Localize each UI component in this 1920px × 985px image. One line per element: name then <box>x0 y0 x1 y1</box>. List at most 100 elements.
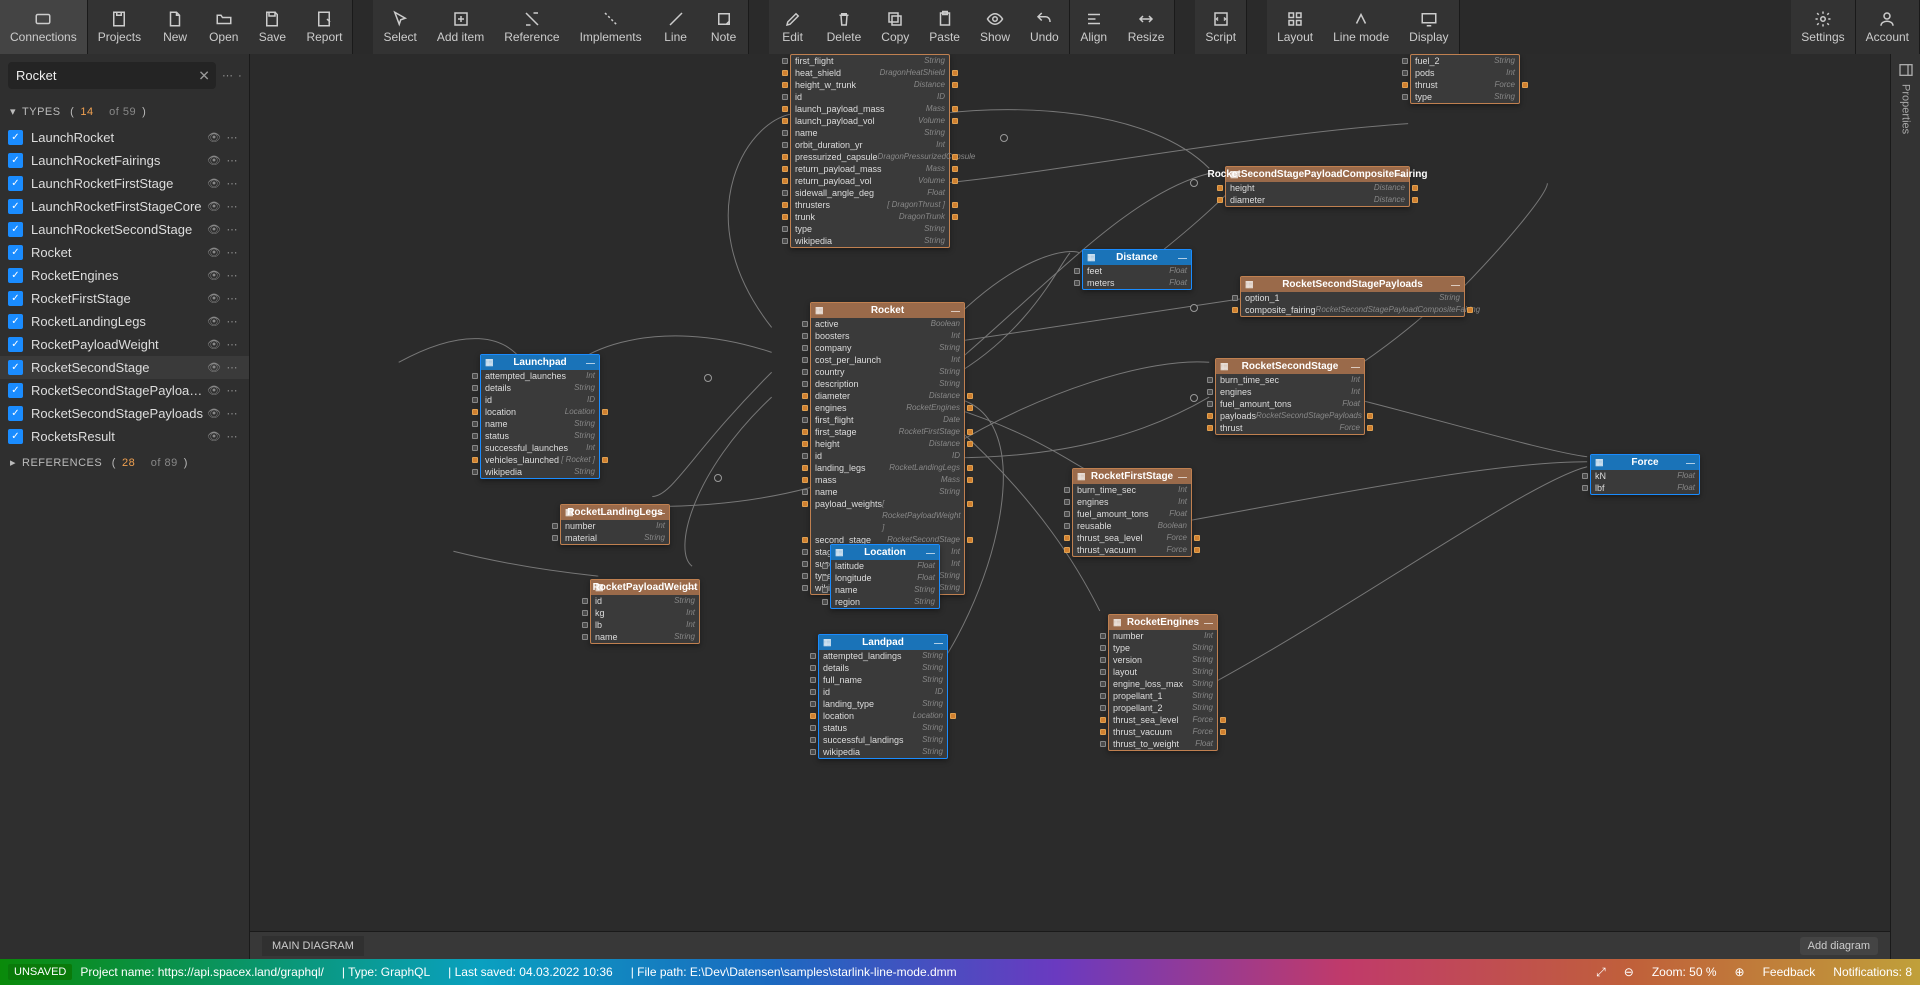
field-row[interactable]: fuel_amount_tonsFloat <box>1216 398 1364 410</box>
field-row[interactable]: idID <box>819 686 947 698</box>
display-button[interactable]: Display <box>1399 0 1458 54</box>
layout-button[interactable]: Layout <box>1267 0 1323 54</box>
delete-button[interactable]: Delete <box>817 0 872 54</box>
line-button[interactable]: Line <box>652 0 700 54</box>
node-landinglegs[interactable]: ▦RocketLandingLegs—numberIntmaterialStri… <box>560 504 670 545</box>
checkbox-icon[interactable] <box>8 245 23 260</box>
checkbox-icon[interactable] <box>8 429 23 444</box>
visibility-icon[interactable]: 👁 <box>205 338 223 351</box>
field-row[interactable]: landing_typeString <box>819 698 947 710</box>
checkbox-icon[interactable] <box>8 222 23 237</box>
type-item[interactable]: LaunchRocketFirstStage👁⋯ <box>0 172 249 195</box>
field-row[interactable]: nameString <box>831 584 939 596</box>
field-row[interactable]: return_payload_massMass <box>791 163 949 175</box>
field-row[interactable]: height_w_trunkDistance <box>791 79 949 91</box>
settings-button[interactable]: Settings <box>1791 0 1854 54</box>
field-row[interactable]: thrust_vacuumForce <box>1073 544 1191 556</box>
align-button[interactable]: Align <box>1070 0 1118 54</box>
field-row[interactable]: full_nameString <box>819 674 947 686</box>
type-item[interactable]: LaunchRocketFirstStageCore👁⋯ <box>0 195 249 218</box>
more-icon[interactable]: ⋯ <box>223 154 241 167</box>
field-row[interactable]: cost_per_launchInt <box>811 354 964 366</box>
type-item[interactable]: RocketPayloadWeight👁⋯ <box>0 333 249 356</box>
field-row[interactable]: diameterDistance <box>811 390 964 402</box>
field-row[interactable]: podsInt <box>1411 67 1519 79</box>
field-row[interactable]: burn_time_secInt <box>1073 484 1191 496</box>
field-row[interactable]: trunkDragonTrunk <box>791 211 949 223</box>
resize-button[interactable]: Resize <box>1118 0 1175 54</box>
undo-button[interactable]: Undo <box>1020 0 1069 54</box>
field-row[interactable]: typeString <box>1109 642 1217 654</box>
checkbox-icon[interactable] <box>8 153 23 168</box>
field-row[interactable]: vehicles_launched[ Rocket ] <box>481 454 599 466</box>
field-row[interactable]: successful_landingsString <box>819 734 947 746</box>
visibility-icon[interactable]: 👁 <box>205 407 223 420</box>
field-row[interactable]: heightDistance <box>1226 182 1409 194</box>
field-row[interactable]: thrust_vacuumForce <box>1109 726 1217 738</box>
projects-button[interactable]: Projects <box>88 0 151 54</box>
note-button[interactable]: Note <box>700 0 748 54</box>
field-row[interactable]: lbInt <box>591 619 699 631</box>
field-row[interactable]: attempted_launchesInt <box>481 370 599 382</box>
field-row[interactable]: enginesInt <box>1073 496 1191 508</box>
field-row[interactable]: thrustForce <box>1216 422 1364 434</box>
properties-panel-icon[interactable] <box>1898 62 1914 78</box>
visibility-icon[interactable]: 👁 <box>205 177 223 190</box>
node-firststage[interactable]: ▦RocketFirstStage—burn_time_secIntengine… <box>1072 468 1192 557</box>
field-row[interactable]: versionString <box>1109 654 1217 666</box>
checkbox-icon[interactable] <box>8 360 23 375</box>
field-row[interactable]: thrust_sea_levelForce <box>1073 532 1191 544</box>
field-row[interactable]: nameString <box>811 486 964 498</box>
node-secondstage[interactable]: ▦RocketSecondStage—burn_time_secIntengin… <box>1215 358 1365 435</box>
field-row[interactable]: idID <box>791 91 949 103</box>
field-row[interactable]: successful_launchesInt <box>481 442 599 454</box>
reference-button[interactable]: Reference <box>494 0 569 54</box>
field-row[interactable]: launch_payload_massMass <box>791 103 949 115</box>
field-row[interactable]: materialString <box>561 532 669 544</box>
fit-icon[interactable]: ⤢ <box>1596 965 1606 980</box>
field-row[interactable]: feetFloat <box>1083 265 1191 277</box>
field-row[interactable]: nameString <box>791 127 949 139</box>
more-icon[interactable]: ⋯ <box>223 223 241 236</box>
field-row[interactable]: regionString <box>831 596 939 608</box>
visibility-icon[interactable]: 👁 <box>205 200 223 213</box>
visibility-icon[interactable]: 👁 <box>205 154 223 167</box>
field-row[interactable]: wikipediaString <box>481 466 599 478</box>
visibility-icon[interactable]: 👁 <box>205 246 223 259</box>
node-payloadweight[interactable]: ▦RocketPayloadWeight—idStringkgIntlbIntn… <box>590 579 700 644</box>
select-button[interactable]: Select <box>373 0 426 54</box>
field-row[interactable]: descriptionString <box>811 378 964 390</box>
field-row[interactable]: longitudeFloat <box>831 572 939 584</box>
checkbox-icon[interactable] <box>8 406 23 421</box>
field-row[interactable]: fuel_amount_tonsFloat <box>1073 508 1191 520</box>
node-compfairing[interactable]: ▦RocketSecondStagePayloadCompositeFairin… <box>1225 166 1410 207</box>
linemode-button[interactable]: Line mode <box>1323 0 1399 54</box>
node-topright[interactable]: fuel_2StringpodsIntthrustForcetypeString <box>1410 54 1520 104</box>
field-row[interactable]: attempted_landingsString <box>819 650 947 662</box>
field-row[interactable]: landing_legsRocketLandingLegs <box>811 462 964 474</box>
field-row[interactable]: locationLocation <box>481 406 599 418</box>
field-row[interactable]: first_stageRocketFirstStage <box>811 426 964 438</box>
visibility-icon[interactable]: 👁 <box>205 315 223 328</box>
field-row[interactable]: locationLocation <box>819 710 947 722</box>
type-item[interactable]: LaunchRocketFairings👁⋯ <box>0 149 249 172</box>
more-icon[interactable]: ⋯ <box>223 361 241 374</box>
visibility-icon[interactable]: 👁 <box>205 223 223 236</box>
field-row[interactable]: layoutString <box>1109 666 1217 678</box>
field-row[interactable]: engine_loss_maxString <box>1109 678 1217 690</box>
additem-button[interactable]: Add item <box>427 0 494 54</box>
visibility-icon[interactable]: 👁 <box>205 384 223 397</box>
visibility-icon[interactable]: 👁 <box>205 430 223 443</box>
more-icon[interactable]: ⋯ <box>223 177 241 190</box>
field-row[interactable]: payload_weights[ RocketPayloadWeight ] <box>811 498 964 534</box>
field-row[interactable]: boostersInt <box>811 330 964 342</box>
type-item[interactable]: RocketEngines👁⋯ <box>0 264 249 287</box>
connections-button[interactable]: Connections <box>0 0 87 54</box>
field-row[interactable]: thrusters[ DragonThrust ] <box>791 199 949 211</box>
field-row[interactable]: nameString <box>481 418 599 430</box>
type-item[interactable]: RocketLandingLegs👁⋯ <box>0 310 249 333</box>
field-row[interactable]: fuel_2String <box>1411 55 1519 67</box>
visibility-icon[interactable]: 👁 <box>205 131 223 144</box>
field-row[interactable]: first_flightString <box>791 55 949 67</box>
save-button[interactable]: Save <box>248 0 296 54</box>
